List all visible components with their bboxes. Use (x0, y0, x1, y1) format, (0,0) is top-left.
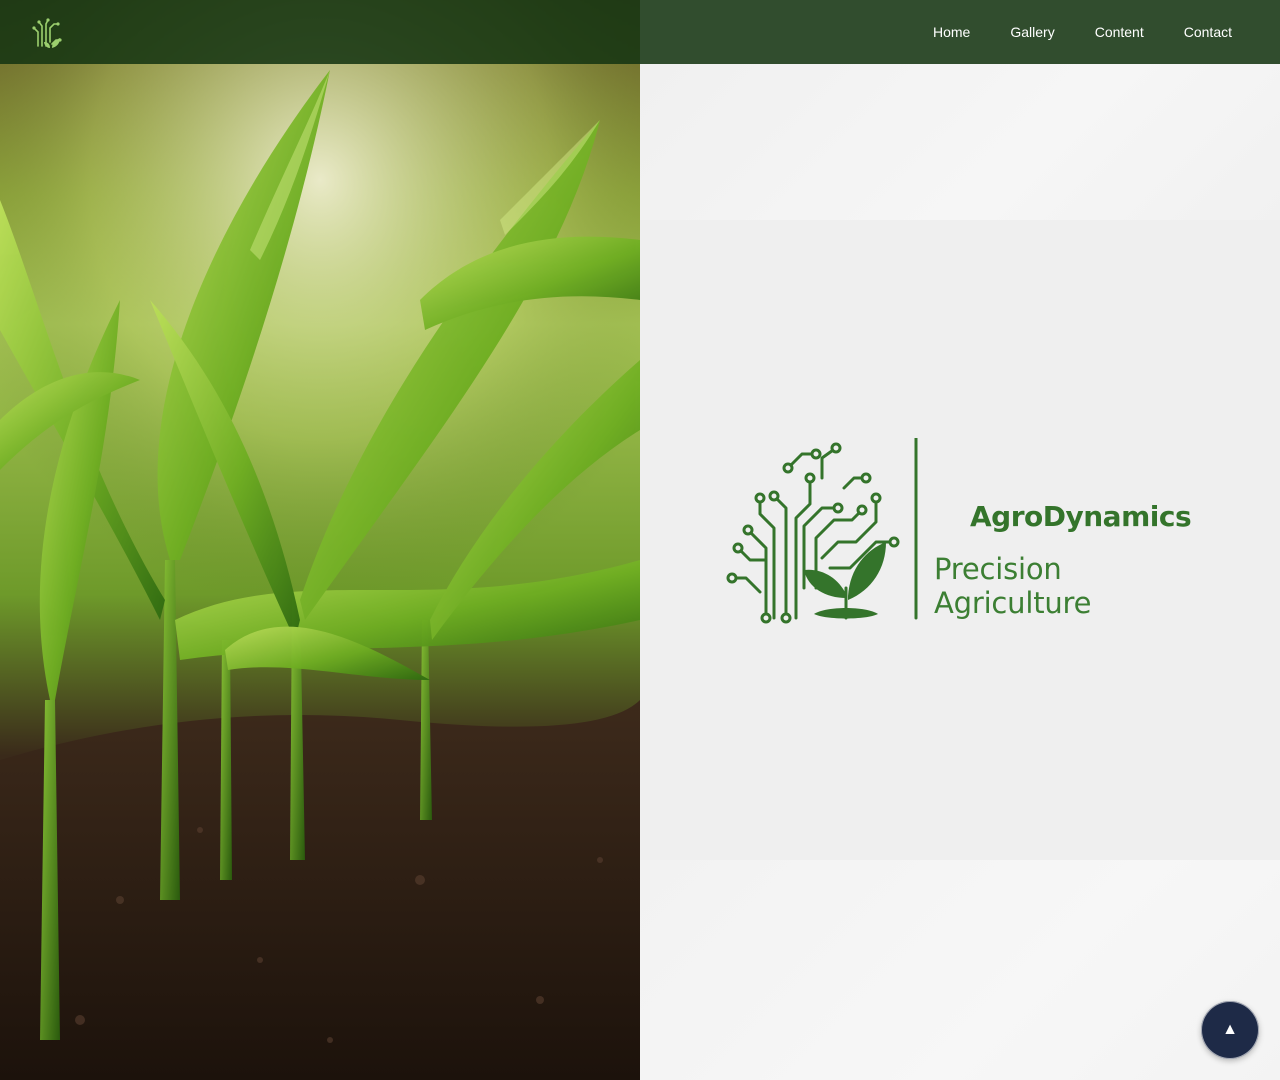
hero-photo-corn-sprouts (0, 0, 640, 1080)
site-header: Home Gallery Content Contact (0, 0, 1280, 64)
main-nav: Home Gallery Content Contact (893, 0, 1232, 64)
brand-logo: AgroDynamics Precision Agriculture (726, 438, 1206, 628)
nav-link-contact[interactable]: Contact (1184, 24, 1232, 40)
tree-circuit-logo-icon[interactable] (30, 14, 66, 50)
nav-link-gallery[interactable]: Gallery (1010, 24, 1054, 40)
corn-sprouts-illustration (0, 0, 640, 1080)
page: AgroDynamics Precision Agriculture Home … (0, 0, 1280, 1080)
decor-block-top (640, 64, 1280, 220)
back-to-top-button[interactable]: ▲ (1201, 1001, 1259, 1059)
nav-link-home[interactable]: Home (933, 24, 970, 40)
brand-section: AgroDynamics Precision Agriculture (640, 220, 1280, 860)
brand-title: AgroDynamics (970, 500, 1192, 533)
nav-link-content[interactable]: Content (1095, 24, 1144, 40)
arrow-up-icon: ▲ (1222, 1021, 1238, 1038)
decor-block-bottom (640, 860, 1280, 1080)
tree-circuit-plant-icon (726, 438, 918, 624)
right-panel: AgroDynamics Precision Agriculture (640, 0, 1280, 1080)
brand-subtitle: Precision Agriculture (934, 552, 1092, 620)
